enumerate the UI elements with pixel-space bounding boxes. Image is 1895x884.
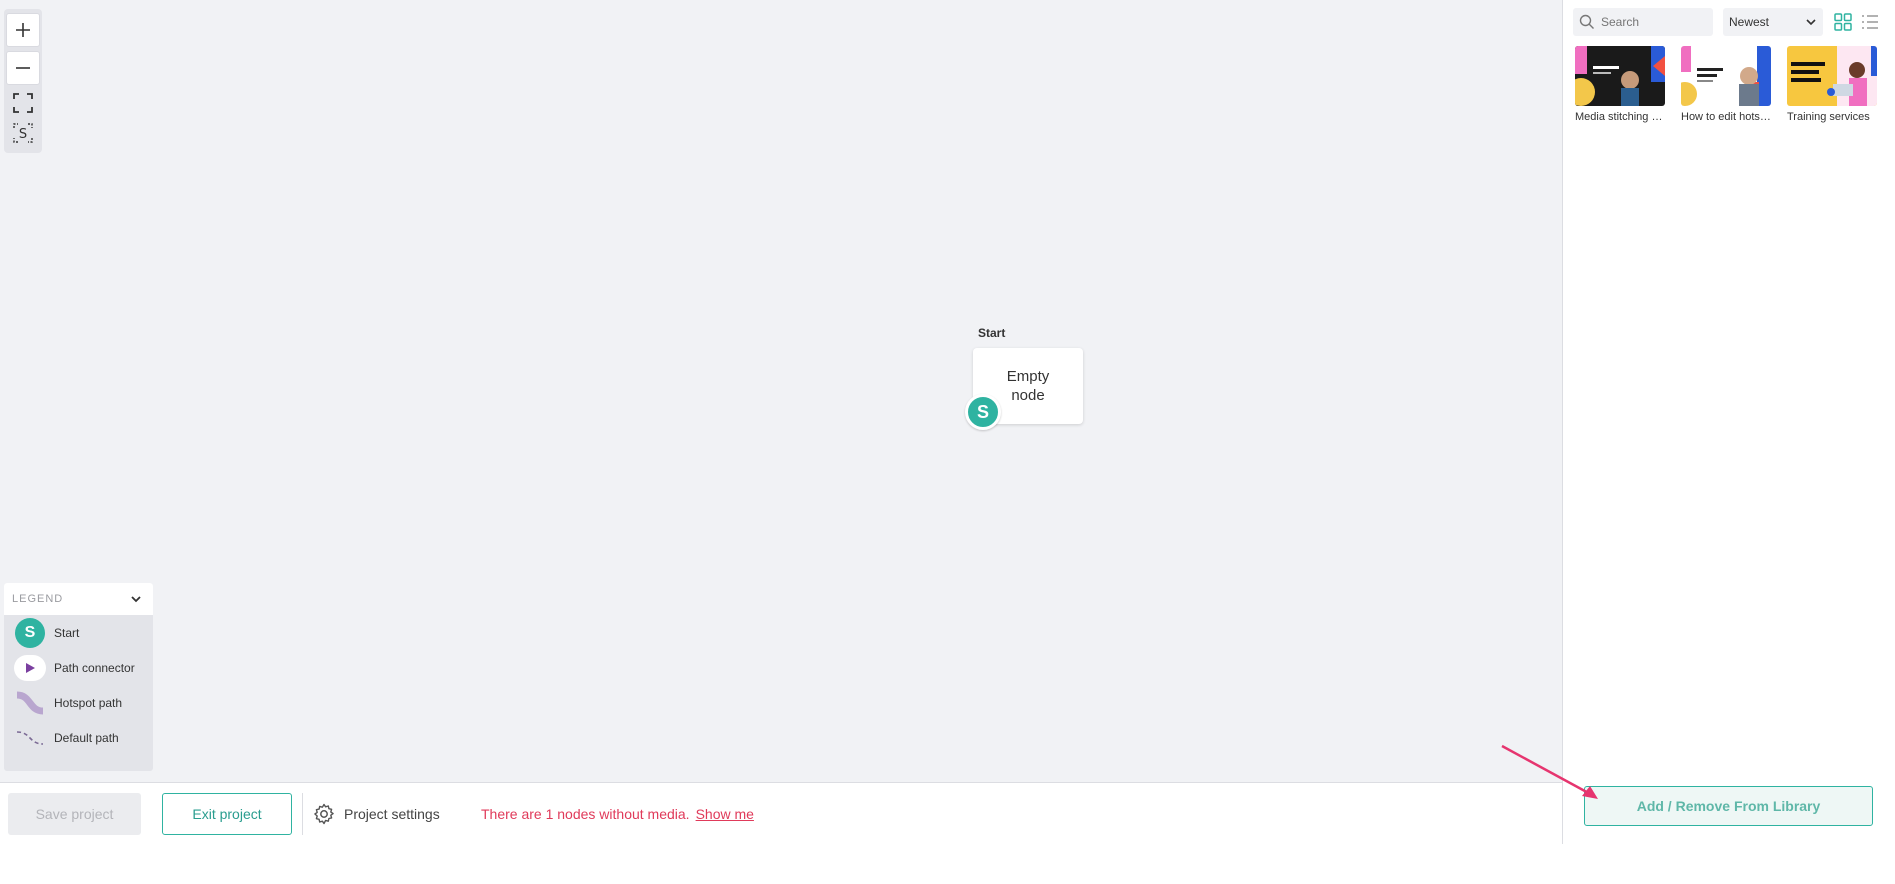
save-project-button[interactable]: Save project <box>8 793 141 835</box>
path-connector-icon <box>14 654 46 681</box>
media-search[interactable] <box>1573 8 1713 36</box>
list-view-icon[interactable] <box>1860 12 1880 32</box>
media-library-panel: Newest Me <box>1562 0 1895 844</box>
toolbar-divider <box>302 793 303 835</box>
bottom-toolbar: Save project Exit project Project settin… <box>0 782 1562 844</box>
media-item[interactable]: Media stitching - How to stitch media <box>1575 46 1665 123</box>
start-badge-letter: S <box>976 401 989 422</box>
legend-start-letter: S <box>24 623 36 641</box>
focus-start-button[interactable]: S <box>6 119 40 147</box>
project-settings-button[interactable]: Project settings <box>312 793 440 835</box>
flow-canvas[interactable]: S Start Empty node S LEGEND S Start Path… <box>0 0 1562 782</box>
media-thumbnail <box>1575 46 1665 106</box>
node-text: Empty node <box>1006 368 1050 404</box>
media-item[interactable]: How to edit hotspots <box>1681 46 1771 123</box>
chevron-down-icon <box>1806 19 1816 26</box>
svg-text:S: S <box>19 127 27 142</box>
search-icon <box>1579 14 1594 29</box>
focus-start-icon: S <box>13 123 33 143</box>
media-title: Training services <box>1787 111 1870 123</box>
fullscreen-icon <box>13 93 33 113</box>
legend-label: Hotspot path <box>54 695 123 710</box>
grid-view-icon[interactable] <box>1833 12 1853 32</box>
exit-project-button[interactable]: Exit project <box>162 793 292 835</box>
zoom-controls: S <box>4 9 42 153</box>
start-badge-icon[interactable]: S <box>965 394 1001 430</box>
legend-item-path-connector: Path connector <box>4 650 153 685</box>
minus-icon <box>16 67 30 69</box>
hotspot-path-icon <box>14 689 46 717</box>
plus-icon <box>16 23 30 37</box>
node-title: Start <box>978 326 1006 340</box>
legend-panel: LEGEND S Start Path connector Hotspot pa… <box>4 583 153 771</box>
media-title: Media stitching - How to stitch media <box>1575 111 1665 123</box>
legend-label: Default path <box>54 730 119 745</box>
zoom-out-button[interactable] <box>6 51 40 85</box>
legend-label: Path connector <box>54 660 135 675</box>
legend-header[interactable]: LEGEND <box>4 583 153 615</box>
media-grid: Media stitching - How to stitch media Ho… <box>1575 46 1895 123</box>
fit-view-button[interactable] <box>6 89 40 117</box>
chevron-down-icon[interactable] <box>129 592 143 606</box>
warning-text: There are 1 nodes without media. <box>481 806 690 822</box>
media-warning: There are 1 nodes without media. Show me <box>481 793 754 835</box>
add-remove-library-button[interactable]: Add / Remove From Library <box>1584 786 1873 826</box>
gear-icon <box>314 803 334 825</box>
zoom-in-button[interactable] <box>6 13 40 47</box>
legend-item-hotspot-path: Hotspot path <box>4 685 153 720</box>
legend-title: LEGEND <box>12 593 64 605</box>
start-badge-icon: S <box>15 617 45 648</box>
media-title: How to edit hotspots <box>1681 111 1771 123</box>
legend-item-default-path: Default path <box>4 720 153 755</box>
media-item[interactable]: Training services <box>1787 46 1877 123</box>
legend-item-start: S Start <box>4 615 153 650</box>
legend-label: Start <box>54 625 80 640</box>
media-thumbnail <box>1787 46 1877 106</box>
show-me-link[interactable]: Show me <box>696 806 754 822</box>
media-thumbnail <box>1681 46 1771 106</box>
project-settings-label: Project settings <box>344 806 440 822</box>
default-path-icon <box>14 724 46 752</box>
search-input[interactable] <box>1601 15 1706 29</box>
sort-value: Newest <box>1729 15 1770 29</box>
sort-dropdown[interactable]: Newest <box>1723 8 1823 36</box>
